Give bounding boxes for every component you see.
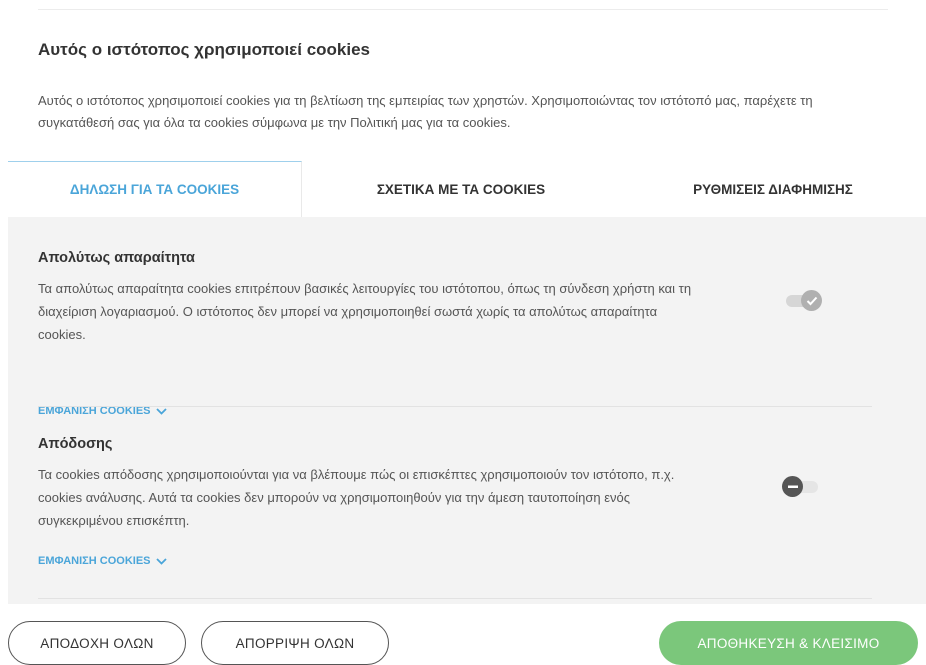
category-title: Απόδοσης bbox=[38, 436, 113, 452]
performance-toggle[interactable] bbox=[782, 475, 822, 497]
category-description: Τα απολύτως απαραίτητα cookies επιτρέπου… bbox=[38, 281, 692, 342]
category-description: Τα cookies απόδοσης χρησιμοποιούνται για… bbox=[38, 467, 675, 528]
reject-all-button[interactable]: ΑΠΟΡΡΙΨΗ ΟΛΩΝ bbox=[201, 621, 389, 665]
section-divider bbox=[38, 406, 872, 407]
strictly-necessary-toggle[interactable] bbox=[784, 289, 824, 311]
show-cookies-label: ΕΜΦΑΝΙΣΗ COOKIES bbox=[38, 555, 151, 567]
toggle-knob bbox=[782, 476, 803, 497]
dialog-title: Αυτός ο ιστότοπος χρησιμοποιεί cookies bbox=[38, 40, 371, 59]
toggle-knob bbox=[801, 290, 822, 311]
top-rule bbox=[38, 9, 888, 10]
minus-icon bbox=[787, 485, 798, 488]
section-divider bbox=[38, 598, 872, 599]
tab-about-cookies[interactable]: ΣΧΕΤΙΚΑ ΜΕ ΤΑ COOKIES bbox=[302, 161, 620, 217]
category-strictly-necessary: Απολύτως απαραίτητα Τα απολύτως απαραίτη… bbox=[38, 250, 872, 417]
tab-cookie-declaration[interactable]: ΔΗΛΩΣΗ ΓΙΑ ΤΑ COOKIES bbox=[8, 161, 302, 217]
accept-all-button[interactable]: ΑΠΟΔΟΧΗ ΟΛΩΝ bbox=[8, 621, 186, 665]
tab-advertising-settings[interactable]: ΡΥΘΜΙΣΕΙΣ ΔΙΑΦΗΜΙΣΗΣ bbox=[620, 161, 926, 217]
dialog-footer: ΑΠΟΔΟΧΗ ΟΛΩΝ ΑΠΟΡΡΙΨΗ ΟΛΩΝ ΑΠΟΘΗΚΕΥΣΗ & … bbox=[0, 604, 926, 665]
category-performance: Απόδοσης Τα cookies απόδοσης χρησιμοποιο… bbox=[38, 436, 872, 567]
show-cookies-link[interactable]: ΕΜΦΑΝΙΣΗ COOKIES bbox=[38, 555, 167, 567]
dialog-intro: Αυτός ο ιστότοπος χρησιμοποιεί cookies γ… bbox=[38, 93, 813, 130]
chevron-down-icon bbox=[155, 557, 167, 565]
tab-bar: ΔΗΛΩΣΗ ΓΙΑ ΤΑ COOKIES ΣΧΕΤΙΚΑ ΜΕ ΤΑ COOK… bbox=[8, 161, 926, 217]
category-title: Απολύτως απαραίτητα bbox=[38, 250, 195, 266]
chevron-down-icon bbox=[155, 407, 167, 415]
cookie-categories-panel: Απολύτως απαραίτητα Τα απολύτως απαραίτη… bbox=[8, 217, 926, 604]
save-and-close-button[interactable]: ΑΠΟΘΗΚΕΥΣΗ & ΚΛΕΙΣΙΜΟ bbox=[659, 621, 918, 665]
check-icon bbox=[806, 296, 817, 305]
